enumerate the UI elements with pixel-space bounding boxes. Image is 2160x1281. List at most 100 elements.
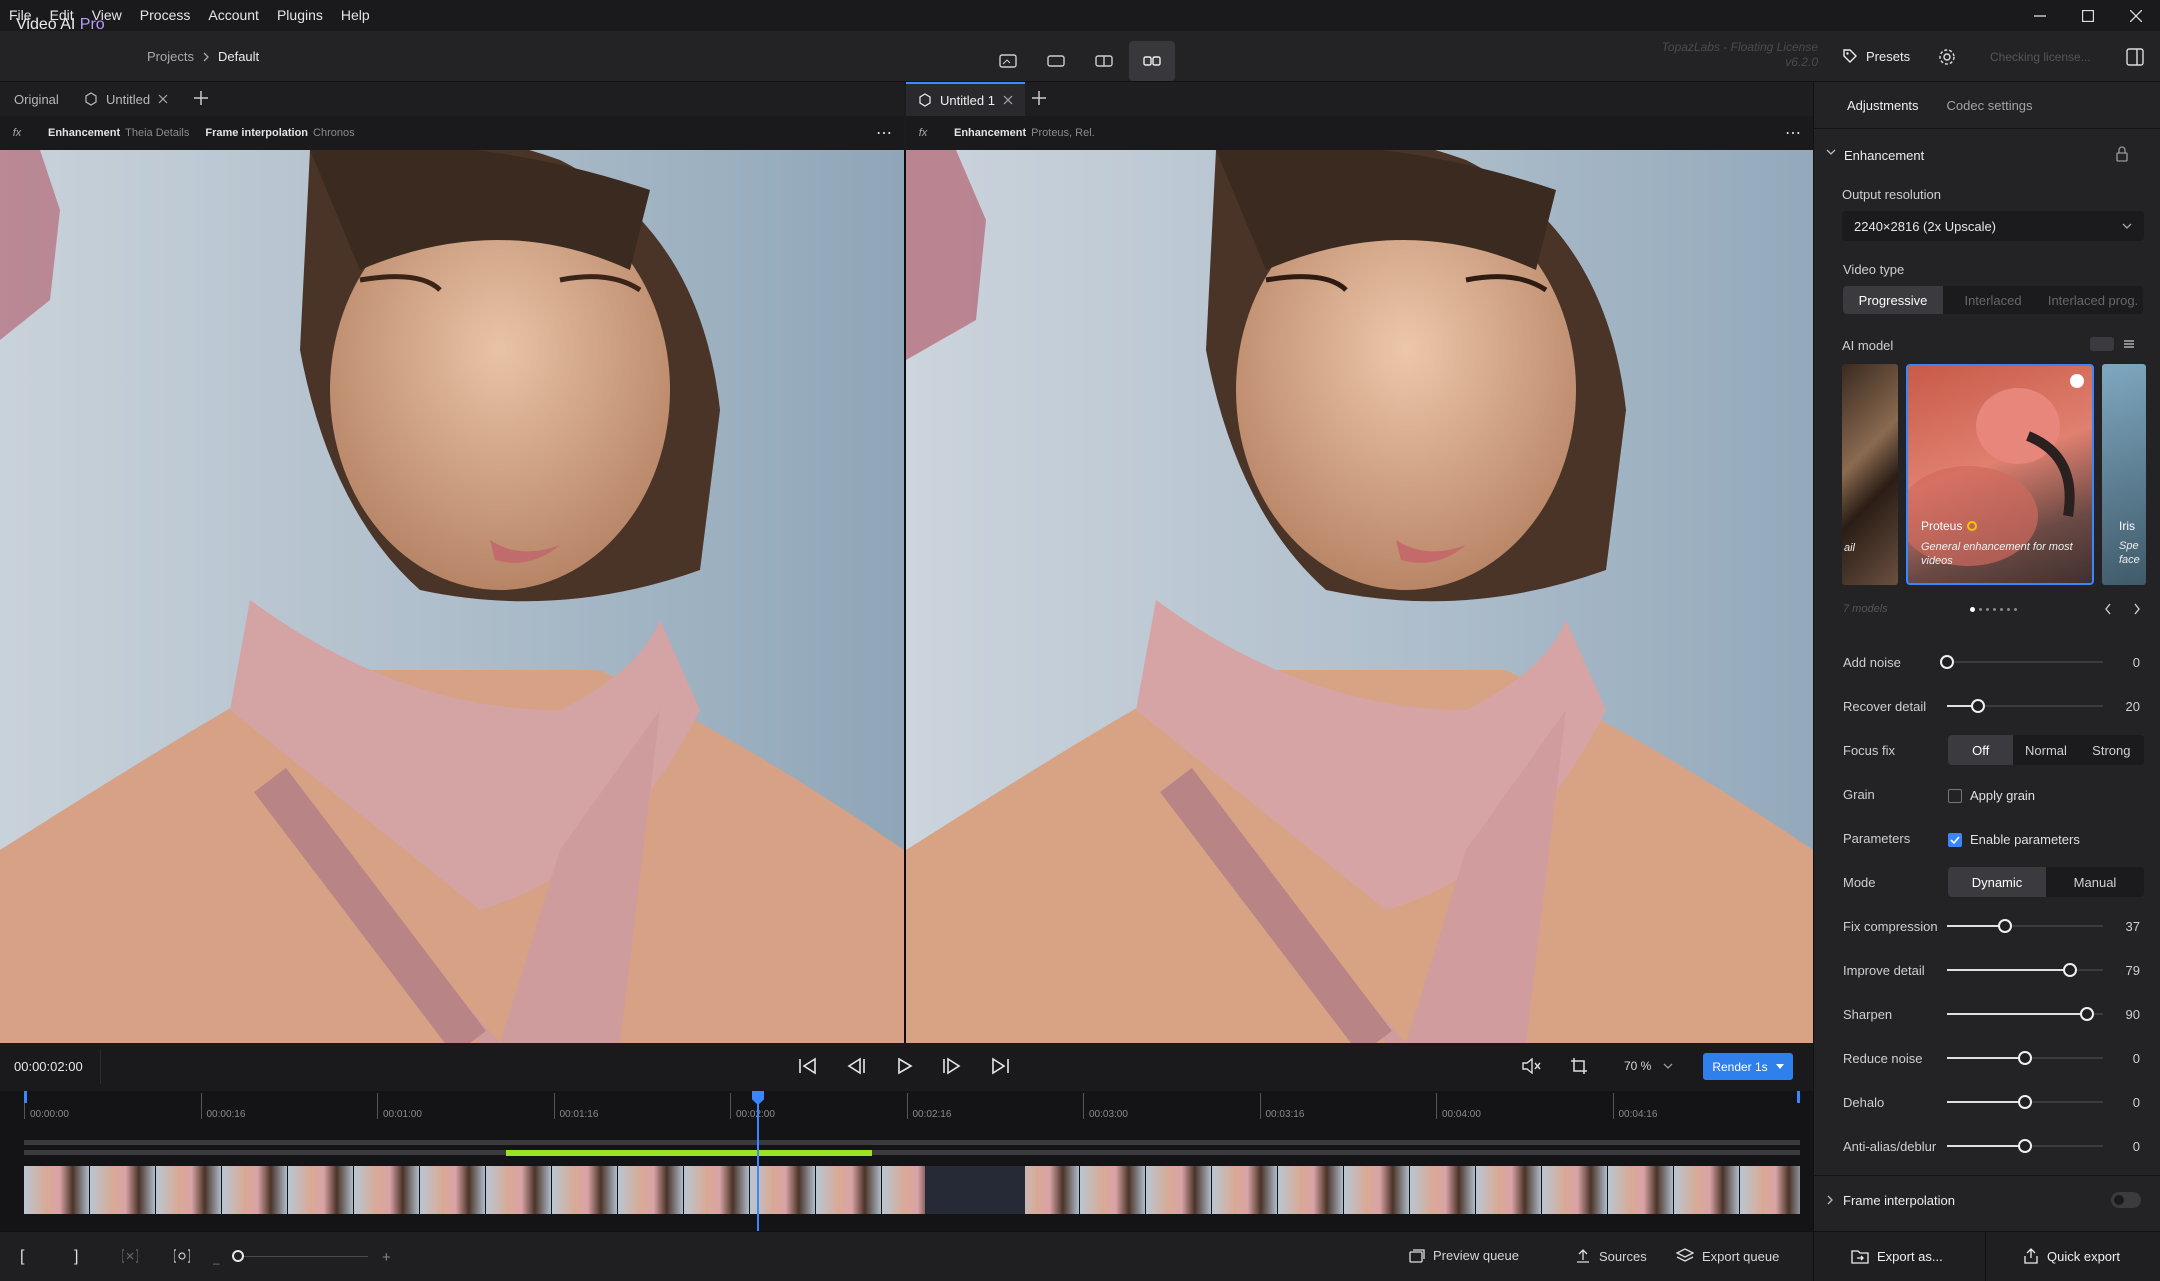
maximize-icon[interactable] — [2064, 0, 2112, 31]
chevron-right-icon[interactable] — [2133, 603, 2141, 615]
export-queue-button[interactable]: Export queue — [1676, 1248, 1779, 1264]
quick-export-button[interactable]: Quick export — [2023, 1248, 2120, 1264]
crop-icon[interactable] — [1570, 1057, 1588, 1075]
add-noise-slider[interactable] — [1940, 653, 2103, 671]
playhead[interactable] — [757, 1091, 759, 1231]
sources-button[interactable]: Sources — [1575, 1248, 1647, 1264]
model-card-prev[interactable]: ail — [1842, 364, 1898, 585]
reduce-noise-slider[interactable] — [1947, 1049, 2103, 1067]
dehalo-slider[interactable] — [1947, 1093, 2103, 1111]
sharpen-slider[interactable] — [1947, 1005, 2103, 1023]
zoom-in-icon[interactable]: + — [382, 1249, 391, 1266]
skip-to-end-icon[interactable] — [990, 1057, 1010, 1075]
enhancement-section-title[interactable]: Enhancement — [1844, 148, 1924, 163]
tab-codec-settings[interactable]: Codec settings — [1947, 98, 2033, 113]
carousel-dots[interactable] — [1970, 607, 2017, 612]
breadcrumb: Projects Default — [147, 49, 259, 64]
gear-icon[interactable] — [1938, 48, 1956, 66]
video-type-progressive[interactable]: Progressive — [1843, 286, 1943, 314]
add-tab-icon[interactable] — [193, 90, 209, 106]
mute-icon[interactable] — [1521, 1058, 1541, 1074]
reduce-noise-value: 0 — [2132, 1051, 2140, 1066]
chevron-right-icon[interactable] — [1826, 1195, 1834, 1205]
view-side-by-side-icon[interactable] — [1129, 41, 1175, 81]
menu-process[interactable]: Process — [131, 0, 200, 31]
timeline-zoom-knob[interactable] — [232, 1250, 244, 1262]
chevron-left-icon[interactable] — [2104, 603, 2112, 615]
play-icon[interactable] — [894, 1057, 914, 1075]
anti-alias-slider[interactable] — [1947, 1137, 2103, 1155]
in-point-marker[interactable] — [24, 1091, 27, 1103]
filmstrip-thumbnail — [222, 1166, 288, 1214]
set-in-point-icon[interactable]: [ — [20, 1248, 24, 1266]
pipeline-enhancement[interactable]: Enhancement Theia Details — [48, 127, 189, 139]
list-view-icon[interactable] — [2123, 338, 2135, 350]
render-button[interactable]: Render 1s — [1703, 1053, 1793, 1080]
skip-to-start-icon[interactable] — [798, 1057, 818, 1075]
original-preview[interactable] — [0, 150, 904, 1043]
more-icon[interactable]: ⋯ — [876, 123, 892, 143]
add-tab-icon[interactable] — [1031, 90, 1047, 106]
grid-view-icon[interactable] — [2090, 337, 2114, 351]
mode-dynamic[interactable]: Dynamic — [1948, 867, 2046, 897]
timecode[interactable]: 00:00:02:00 — [14, 1059, 83, 1074]
export-as-button[interactable]: Export as... — [1851, 1248, 1943, 1264]
preview-queue-button[interactable]: Preview queue — [1409, 1248, 1519, 1263]
tab-original[interactable]: Original — [2, 82, 71, 116]
focus-fix-strong[interactable]: Strong — [2079, 735, 2144, 765]
zoom-select[interactable]: 70 % — [1624, 1059, 1673, 1073]
view-split-icon[interactable] — [1081, 41, 1127, 81]
zoom-out-icon[interactable]: – — [213, 1256, 220, 1270]
output-resolution-select[interactable]: 2240×2816 (2x Upscale) — [1842, 211, 2144, 241]
panel-toggle-icon[interactable] — [2126, 48, 2144, 66]
fix-compression-slider[interactable] — [1947, 917, 2103, 935]
menu-account[interactable]: Account — [199, 0, 268, 31]
fx-icon[interactable]: fx — [0, 127, 34, 139]
more-icon[interactable]: ⋯ — [1785, 123, 1801, 143]
set-out-point-icon[interactable]: ] — [74, 1248, 78, 1266]
improve-detail-slider[interactable] — [1947, 961, 2103, 979]
recover-detail-slider[interactable] — [1947, 697, 2103, 715]
filmstrip[interactable] — [24, 1166, 1800, 1214]
step-forward-icon[interactable] — [942, 1057, 962, 1075]
clear-range-icon[interactable] — [122, 1249, 138, 1263]
view-single-icon[interactable] — [985, 41, 1031, 81]
apply-grain-checkbox[interactable]: Apply grain — [1948, 788, 2035, 803]
tab-adjustments[interactable]: Adjustments — [1847, 98, 1919, 113]
pipeline-enhancement[interactable]: Enhancement Proteus, Rel. — [954, 127, 1095, 139]
timeline-ruler[interactable]: 00:00:00 00:00:16 00:01:00 00:01:16 00:02:00… — [0, 1093, 1813, 1123]
close-icon[interactable] — [2112, 0, 2160, 31]
chevron-down-icon[interactable] — [1826, 148, 1836, 156]
enable-parameters-checkbox[interactable]: Enable parameters — [1948, 832, 2080, 847]
fit-range-icon[interactable] — [174, 1249, 190, 1263]
breadcrumb-projects[interactable]: Projects — [147, 49, 194, 64]
model-card-proteus[interactable]: Proteus General enhancement for most vid… — [1906, 364, 2094, 585]
close-tab-icon[interactable] — [1003, 95, 1013, 105]
minimize-icon[interactable] — [2016, 0, 2064, 31]
menu-help[interactable]: Help — [332, 0, 379, 31]
mode-manual[interactable]: Manual — [2046, 867, 2144, 897]
frame-interpolation-toggle[interactable] — [2111, 1192, 2141, 1208]
filmstrip-thumbnail — [1476, 1166, 1542, 1214]
enhanced-preview[interactable] — [906, 150, 1813, 1043]
timeline-tick-label: 00:04:00 — [1442, 1109, 1481, 1120]
tab-untitled[interactable]: Untitled — [72, 82, 180, 116]
tab-untitled-1[interactable]: Untitled 1 — [906, 82, 1025, 116]
video-type-interlaced[interactable]: Interlaced — [1943, 286, 2043, 314]
frame-interpolation-section-title[interactable]: Frame interpolation — [1843, 1193, 1955, 1208]
video-type-interlaced-prog[interactable]: Interlaced prog. — [2043, 286, 2143, 314]
menu-plugins[interactable]: Plugins — [268, 0, 332, 31]
out-point-marker[interactable] — [1797, 1091, 1800, 1103]
presets-button[interactable]: Presets — [1842, 48, 1910, 64]
fx-icon[interactable]: fx — [906, 127, 940, 139]
focus-fix-normal[interactable]: Normal — [2013, 735, 2078, 765]
model-card-iris[interactable]: Iris Spe face — [2102, 364, 2146, 585]
timeline-tick-label: 00:04:16 — [1618, 1109, 1658, 1120]
close-tab-icon[interactable] — [158, 94, 168, 104]
focus-fix-off[interactable]: Off — [1948, 735, 2014, 765]
step-back-icon[interactable] — [846, 1057, 866, 1075]
view-full-icon[interactable] — [1033, 41, 1079, 81]
timeline-zoom-slider[interactable] — [232, 1256, 368, 1257]
pipeline-frame-interpolation[interactable]: Frame interpolation Chronos — [205, 127, 354, 139]
lock-icon[interactable] — [2115, 146, 2129, 162]
